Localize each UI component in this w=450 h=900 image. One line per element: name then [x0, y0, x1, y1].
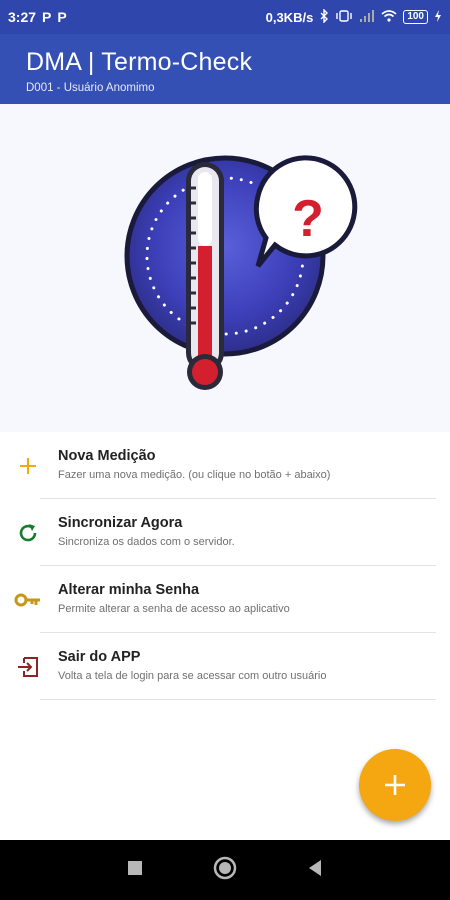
menu-item-desc: Fazer uma nova medição. (ou clique no bo… [58, 469, 331, 481]
key-icon [14, 586, 42, 614]
menu-item-desc: Permite alterar a senha de acesso ao apl… [58, 603, 290, 615]
menu-item-desc: Sincroniza os dados com o servidor. [58, 536, 235, 548]
wifi-icon [381, 9, 397, 25]
menu-item-alterar-senha[interactable]: Alterar minha Senha Permite alterar a se… [0, 566, 450, 633]
notification-p-icon: P [42, 9, 52, 25]
status-bar: 3:27 P P 0,3KB/s 100 [0, 0, 450, 34]
vibrate-icon [335, 9, 353, 25]
plus-icon [385, 775, 405, 795]
home-button[interactable] [213, 856, 237, 885]
hero-area: ? [0, 104, 450, 432]
signal-icon [359, 9, 375, 25]
menu-item-title: Nova Medição [58, 448, 156, 464]
exit-icon [14, 653, 42, 681]
sync-icon [14, 519, 42, 547]
menu-item-title: Sincronizar Agora [58, 515, 183, 531]
recents-button[interactable] [127, 860, 143, 881]
menu-item-nova-medicao[interactable]: Nova Medição Fazer uma nova medição. (ou… [0, 432, 450, 499]
menu-item-title: Sair do APP [58, 649, 141, 665]
status-time: 3:27 [8, 9, 37, 25]
question-mark: ? [292, 190, 324, 248]
menu-item-title: Alterar minha Senha [58, 582, 200, 598]
app-subtitle: D001 - Usuário Anomimo [26, 82, 155, 94]
menu-item-sincronizar[interactable]: Sincronizar Agora Sincroniza os dados co… [0, 499, 450, 566]
notification-p-icon: P [57, 9, 67, 25]
menu-list: Nova Medição Fazer uma nova medição. (ou… [0, 432, 450, 700]
menu-item-desc: Volta a tela de login para se acessar co… [58, 670, 327, 682]
app-title: DMA | Termo-Check [26, 48, 253, 76]
add-measurement-fab[interactable] [359, 749, 431, 821]
thermometer-illustration: ? [124, 155, 358, 390]
charging-icon [434, 9, 442, 25]
back-button[interactable] [307, 859, 323, 882]
system-nav-bar [0, 840, 450, 900]
divider [40, 699, 436, 700]
plus-icon [14, 452, 42, 480]
menu-item-sair[interactable]: Sair do APP Volta a tela de login para s… [0, 633, 450, 700]
network-speed: 0,3KB/s [265, 9, 314, 25]
bluetooth-icon [319, 7, 329, 26]
app-bar: DMA | Termo-Check D001 - Usuário Anomimo [0, 34, 450, 104]
battery-icon: 100 [403, 10, 428, 24]
